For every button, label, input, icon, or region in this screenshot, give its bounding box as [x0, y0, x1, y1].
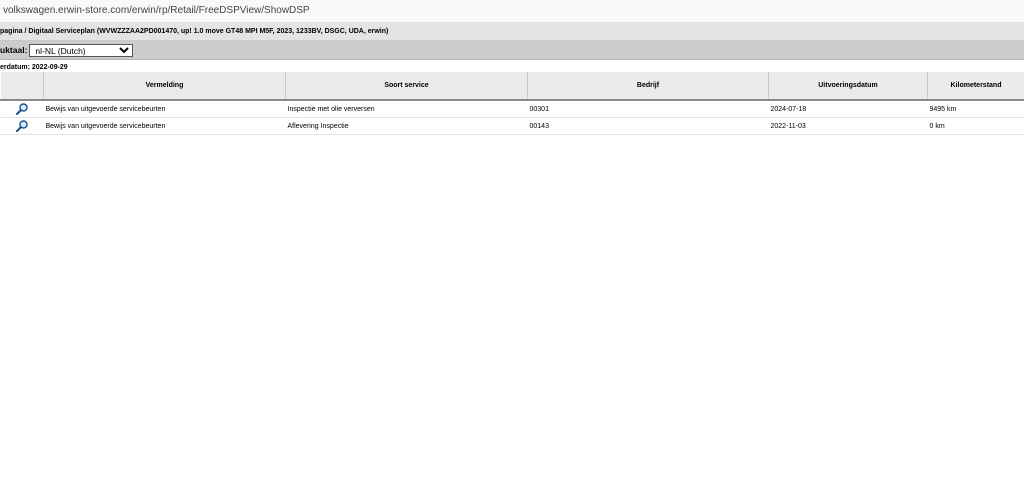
col-header-soort-service[interactable]: Soort service — [285, 72, 528, 101]
col-header-icon — [0, 72, 44, 101]
table-row: Bewijs van uitgevoerde servicebeurten Af… — [0, 117, 1024, 135]
cell-soort-service: Aflevering Inspectie — [285, 117, 528, 135]
col-header-vermelding[interactable]: Vermelding — [43, 72, 286, 101]
cell-soort-service: Inspectie met olie verversen — [285, 100, 528, 118]
cell-uitvoeringsdatum: 2024-07-18 — [768, 100, 928, 118]
cell-vermelding: Bewijs van uitgevoerde servicebeurten — [43, 117, 286, 135]
cell-bedrijf: 00143 — [527, 117, 769, 135]
col-header-bedrijf[interactable]: Bedrijf — [527, 72, 769, 101]
date-line-text: erdatum: 2022-09-29 — [0, 64, 68, 71]
view-detail-button[interactable] — [0, 100, 44, 118]
magnifier-icon[interactable] — [15, 119, 29, 133]
service-table: Vermelding Soort service Bedrijf Uitvoer… — [0, 72, 1024, 135]
col-header-kilometerstand[interactable]: Kilometerstand — [927, 72, 1024, 101]
language-label: uktaal: — [0, 45, 28, 55]
table-row: Bewijs van uitgevoerde servicebeurten In… — [0, 100, 1024, 118]
cell-kilometerstand: 9495 km — [927, 100, 1024, 118]
breadcrumb-text: pagina / Digitaal Serviceplan (WVWZZZAA2… — [0, 28, 389, 35]
cell-uitvoeringsdatum: 2022-11-03 — [768, 117, 928, 135]
language-select[interactable]: nl-NL (Dutch) — [29, 43, 134, 57]
magnifier-icon[interactable] — [15, 102, 29, 116]
breadcrumb: pagina / Digitaal Serviceplan (WVWZZZAA2… — [0, 23, 1024, 41]
cell-kilometerstand: 0 km — [927, 117, 1024, 135]
cell-vermelding: Bewijs van uitgevoerde servicebeurten — [43, 100, 286, 118]
language-bar: uktaal: nl-NL (Dutch) — [0, 41, 1024, 60]
view-detail-button[interactable] — [0, 117, 44, 135]
col-header-uitvoeringsdatum[interactable]: Uitvoeringsdatum — [768, 72, 928, 101]
table-header-row: Vermelding Soort service Bedrijf Uitvoer… — [0, 72, 1024, 101]
url-text: volkswagen.erwin-store.com/erwin/rp/Reta… — [3, 5, 310, 16]
cell-bedrijf: 00301 — [527, 100, 769, 118]
address-bar[interactable]: volkswagen.erwin-store.com/erwin/rp/Reta… — [0, 0, 1024, 23]
